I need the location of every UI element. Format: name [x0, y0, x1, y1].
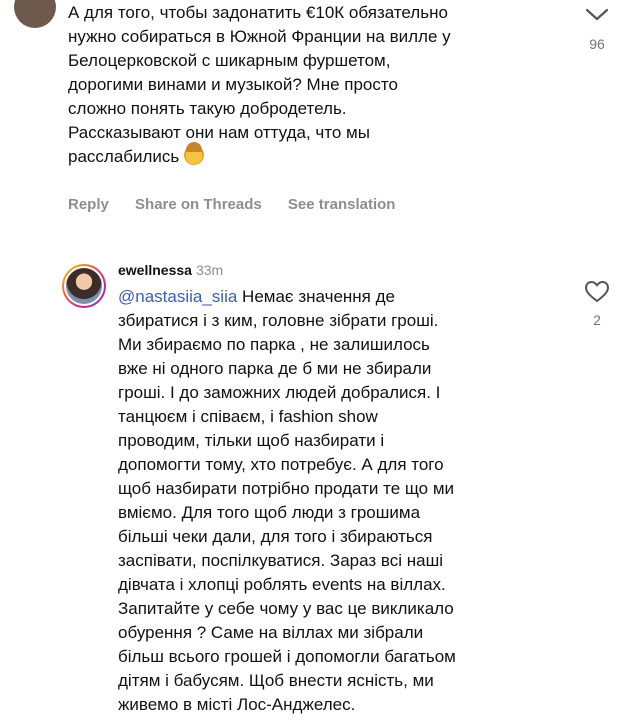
like-count: 2 [593, 312, 601, 328]
comment-header: ewellnessa 33m [118, 262, 223, 278]
see-translation-button[interactable]: See translation [288, 196, 396, 213]
like-count: 96 [589, 36, 605, 52]
chevron-heart-icon [585, 8, 609, 21]
heart-icon [584, 280, 610, 303]
comment-actions: Reply Share on Threads See translation [68, 196, 417, 213]
woman-facepalming-emoji-icon [184, 142, 205, 165]
timestamp: 33m [195, 262, 224, 278]
like-button[interactable]: 2 [577, 280, 617, 328]
reply-body: Немає значення де збиратися і з ким, гол… [118, 287, 456, 714]
reply-button[interactable]: Reply [68, 196, 109, 213]
like-button[interactable]: 96 [577, 6, 617, 52]
mention-link[interactable]: @nastasiia_siia [118, 287, 237, 306]
share-on-threads-button[interactable]: Share on Threads [135, 196, 262, 213]
username-link[interactable]: ewellnessa [118, 262, 192, 278]
comment-text: А для того, чтобы задонатить €10К обязат… [68, 1, 568, 169]
avatar[interactable] [62, 264, 106, 308]
avatar[interactable] [14, 0, 56, 28]
reply-text: @nastasiia_siia Немає значення де збират… [118, 285, 568, 717]
comment-body: А для того, чтобы задонатить €10К обязат… [68, 3, 451, 166]
profile-photo [66, 268, 102, 304]
